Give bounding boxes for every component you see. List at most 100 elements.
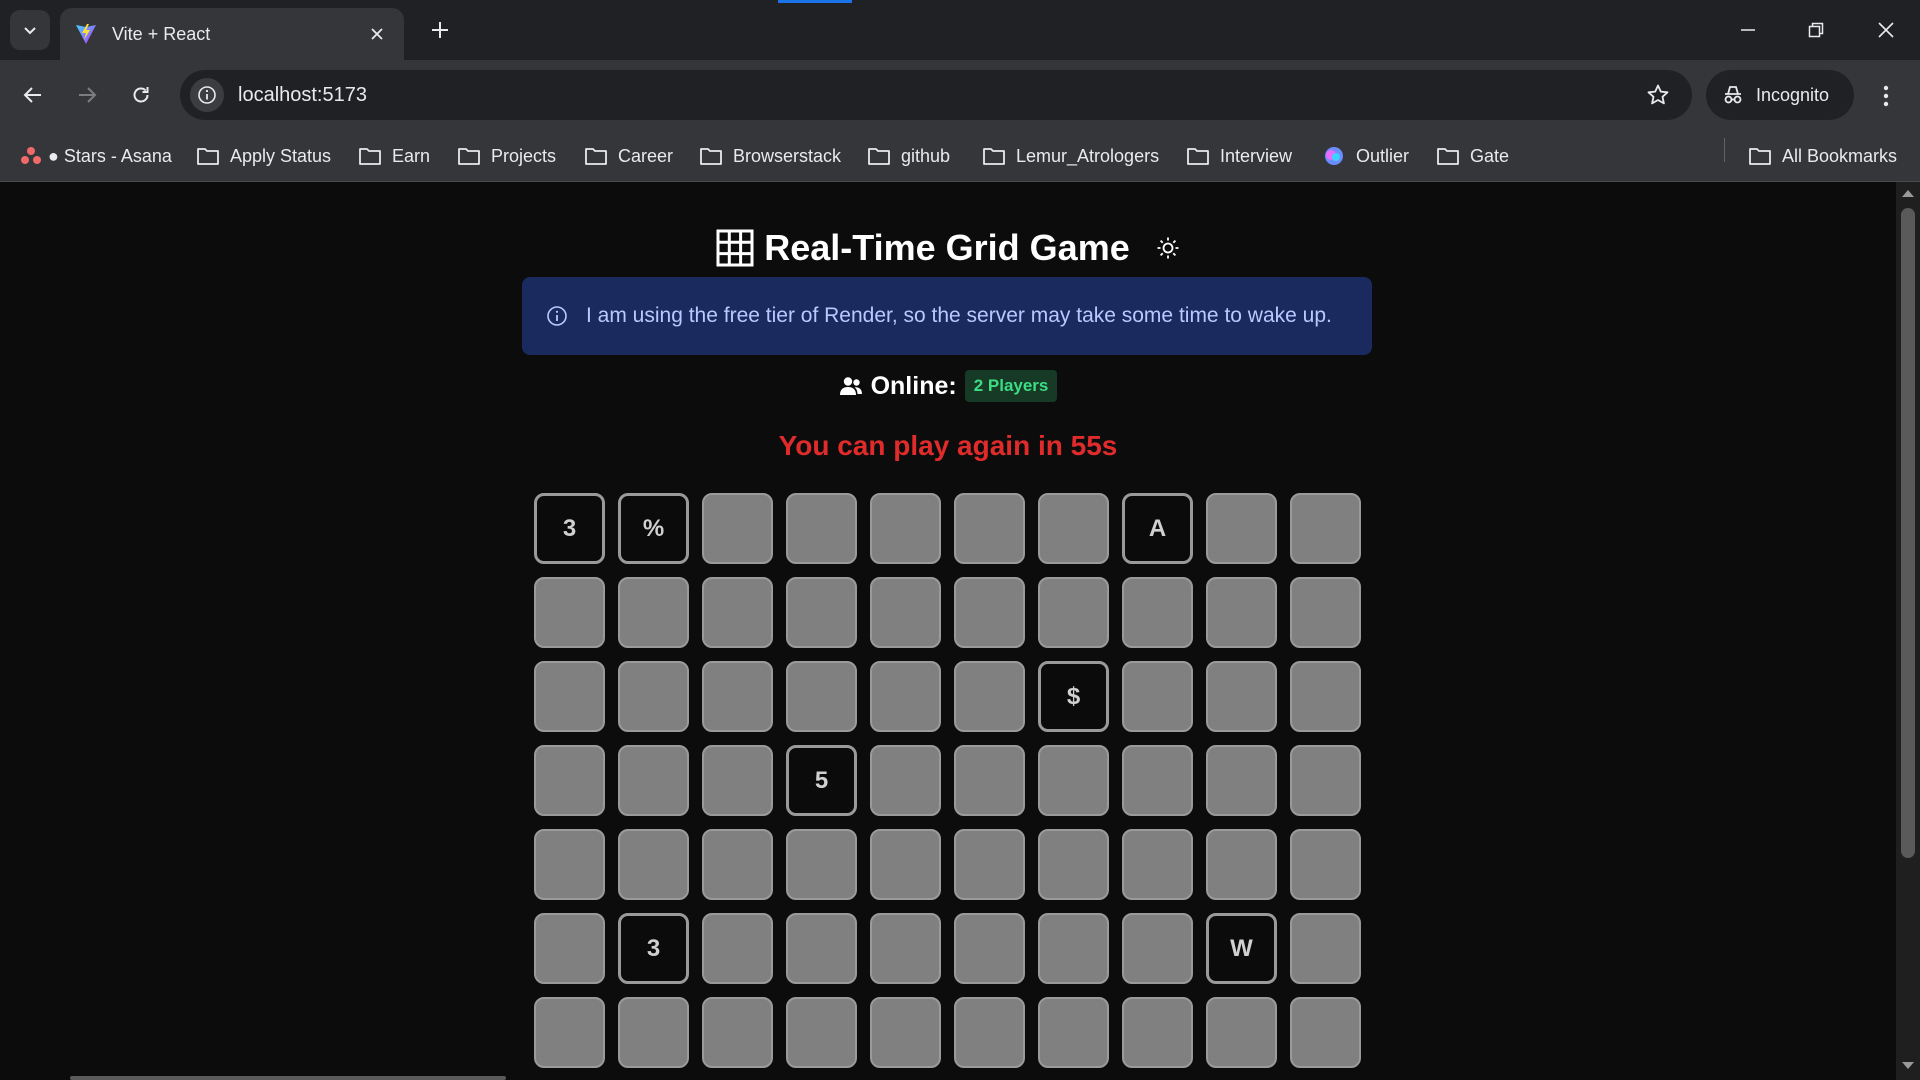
grid-cell[interactable]	[1290, 661, 1361, 732]
grid-cell[interactable]	[786, 829, 857, 900]
site-info-icon[interactable]	[190, 78, 224, 112]
grid-cell[interactable]	[1290, 997, 1361, 1068]
grid-cell[interactable]	[870, 493, 941, 564]
vertical-scrollbar[interactable]	[1896, 182, 1920, 1080]
bookmark-star-icon[interactable]	[1638, 75, 1678, 115]
grid-cell[interactable]	[870, 829, 941, 900]
bookmark-folder-github[interactable]: github	[867, 139, 950, 173]
grid-cell[interactable]	[786, 577, 857, 648]
grid-cell[interactable]	[786, 997, 857, 1068]
grid-cell[interactable]	[954, 577, 1025, 648]
new-tab-button[interactable]	[422, 12, 458, 48]
grid-cell[interactable]	[954, 745, 1025, 816]
grid-cell[interactable]	[1206, 997, 1277, 1068]
scroll-up-arrow-icon[interactable]	[1902, 190, 1914, 197]
grid-cell[interactable]	[1038, 577, 1109, 648]
grid-cell[interactable]	[1038, 913, 1109, 984]
tab-search-button[interactable]	[10, 10, 50, 50]
grid-cell[interactable]	[954, 493, 1025, 564]
close-tab-icon[interactable]	[364, 21, 390, 47]
bookmark-stars-asana[interactable]: ● Stars - Asana	[20, 139, 172, 173]
url-text[interactable]: localhost:5173	[238, 84, 1638, 107]
grid-cell[interactable]	[534, 997, 605, 1068]
bookmark-outlier[interactable]: Outlier	[1322, 139, 1409, 173]
grid-cell[interactable]	[702, 577, 773, 648]
grid-cell[interactable]	[954, 913, 1025, 984]
grid-cell[interactable]	[534, 577, 605, 648]
grid-cell[interactable]: 3	[534, 493, 605, 564]
scrollbar-thumb[interactable]	[1901, 208, 1915, 858]
grid-cell[interactable]: W	[1206, 913, 1277, 984]
grid-cell[interactable]: %	[618, 493, 689, 564]
scroll-down-arrow-icon[interactable]	[1902, 1062, 1914, 1069]
bookmark-folder-browserstack[interactable]: Browserstack	[699, 139, 841, 173]
forward-button[interactable]	[66, 74, 108, 116]
horizontal-scrollbar-thumb[interactable]	[70, 1076, 506, 1080]
grid-cell[interactable]	[870, 745, 941, 816]
grid-cell[interactable]	[786, 493, 857, 564]
grid-cell[interactable]	[702, 661, 773, 732]
grid-cell[interactable]	[1038, 493, 1109, 564]
bookmark-folder-career[interactable]: Career	[584, 139, 673, 173]
grid-cell[interactable]	[1122, 745, 1193, 816]
grid-cell[interactable]	[1038, 829, 1109, 900]
grid-cell[interactable]	[1038, 997, 1109, 1068]
grid-cell[interactable]	[954, 661, 1025, 732]
grid-cell[interactable]	[786, 661, 857, 732]
grid-cell[interactable]	[618, 661, 689, 732]
grid-cell[interactable]	[702, 829, 773, 900]
grid-cell[interactable]	[1122, 913, 1193, 984]
grid-cell[interactable]	[1206, 745, 1277, 816]
grid-cell[interactable]	[870, 913, 941, 984]
back-button[interactable]	[12, 74, 54, 116]
grid-cell[interactable]	[1290, 745, 1361, 816]
grid-cell[interactable]	[870, 661, 941, 732]
grid-cell[interactable]	[534, 661, 605, 732]
grid-cell[interactable]	[1290, 493, 1361, 564]
grid-cell[interactable]	[870, 997, 941, 1068]
grid-cell[interactable]	[1290, 829, 1361, 900]
restore-button[interactable]	[1782, 0, 1850, 60]
grid-cell[interactable]	[618, 745, 689, 816]
address-bar[interactable]: localhost:5173	[180, 70, 1692, 120]
grid-cell[interactable]	[618, 997, 689, 1068]
grid-cell[interactable]	[1290, 913, 1361, 984]
grid-cell[interactable]	[954, 829, 1025, 900]
grid-cell[interactable]	[1290, 577, 1361, 648]
grid-cell[interactable]	[870, 577, 941, 648]
bookmark-folder-interview[interactable]: Interview	[1186, 139, 1292, 173]
grid-cell[interactable]	[1122, 661, 1193, 732]
grid-cell[interactable]	[1206, 493, 1277, 564]
incognito-profile-button[interactable]: Incognito	[1706, 70, 1854, 120]
grid-cell[interactable]	[1206, 829, 1277, 900]
grid-cell[interactable]	[534, 745, 605, 816]
bookmark-folder-earn[interactable]: Earn	[358, 139, 430, 173]
grid-cell[interactable]	[1122, 829, 1193, 900]
grid-cell[interactable]	[786, 913, 857, 984]
grid-cell[interactable]	[702, 913, 773, 984]
grid-cell[interactable]	[1122, 997, 1193, 1068]
grid-cell[interactable]	[1206, 577, 1277, 648]
grid-cell[interactable]	[618, 577, 689, 648]
grid-cell[interactable]	[1206, 661, 1277, 732]
grid-cell[interactable]	[702, 745, 773, 816]
grid-cell[interactable]: 5	[786, 745, 857, 816]
bookmark-folder-gate[interactable]: Gate	[1436, 139, 1509, 173]
grid-cell[interactable]: 3	[618, 913, 689, 984]
bookmark-folder-apply-status[interactable]: Apply Status	[196, 139, 331, 173]
grid-cell[interactable]	[702, 493, 773, 564]
close-window-button[interactable]	[1852, 0, 1920, 60]
grid-cell[interactable]	[1122, 577, 1193, 648]
grid-cell[interactable]	[1038, 745, 1109, 816]
grid-cell[interactable]	[618, 829, 689, 900]
grid-cell[interactable]	[534, 913, 605, 984]
bookmark-folder-lemur-atrologers[interactable]: Lemur_Atrologers	[982, 139, 1159, 173]
grid-cell[interactable]: A	[1122, 493, 1193, 564]
minimize-button[interactable]	[1714, 0, 1782, 60]
bookmark-folder-projects[interactable]: Projects	[457, 139, 556, 173]
grid-cell[interactable]: $	[1038, 661, 1109, 732]
browser-menu-button[interactable]	[1866, 76, 1906, 116]
grid-cell[interactable]	[702, 997, 773, 1068]
grid-cell[interactable]	[534, 829, 605, 900]
sun-icon[interactable]	[1156, 236, 1180, 260]
